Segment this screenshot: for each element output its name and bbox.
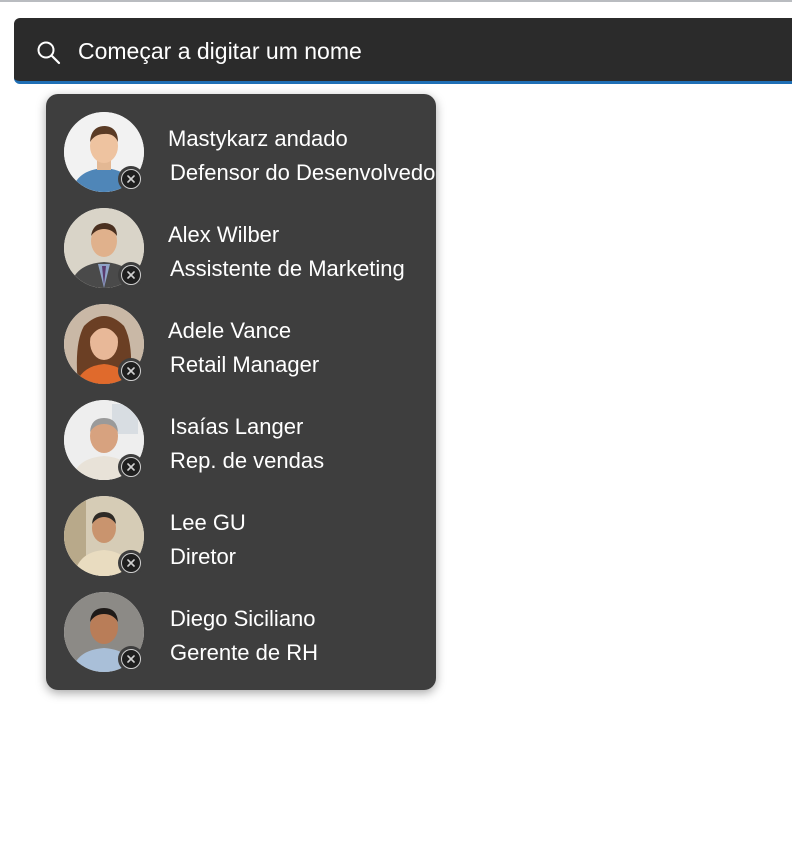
close-icon: [127, 655, 135, 663]
person-title: Gerente de RH: [170, 640, 318, 665]
search-input[interactable]: [78, 32, 678, 70]
person-name: Lee GU: [170, 510, 246, 535]
remove-person-button[interactable]: [118, 166, 144, 192]
close-icon: [127, 175, 135, 183]
remove-person-button[interactable]: [118, 646, 144, 672]
person-name: Adele Vance: [168, 318, 292, 343]
close-icon: [127, 463, 135, 471]
person-name: Diego Siciliano: [170, 606, 316, 631]
remove-person-button[interactable]: [118, 262, 144, 288]
person-name: Isaías Langer: [170, 414, 304, 439]
person-title: Diretor: [170, 544, 237, 569]
remove-person-button[interactable]: [118, 454, 144, 480]
person-item[interactable]: Lee GU Diretor: [46, 478, 436, 576]
people-suggestions-list: Mastykarz andado Defensor do Desenvolved…: [46, 94, 436, 690]
close-icon: [127, 559, 135, 567]
person-title: Assistente de Marketing: [170, 256, 405, 281]
person-title: Rep. de vendas: [170, 448, 325, 473]
remove-person-button[interactable]: [118, 358, 144, 384]
close-icon: [127, 367, 135, 375]
close-icon: [127, 271, 135, 279]
top-divider: [0, 0, 792, 2]
person-item[interactable]: Diego Siciliano Gerente de RH: [46, 574, 436, 672]
search-icon: [37, 41, 61, 65]
person-item[interactable]: Mastykarz andado Defensor do Desenvolved…: [46, 94, 436, 192]
person-title: Defensor do Desenvolvedor: [170, 160, 436, 185]
remove-person-button[interactable]: [118, 550, 144, 576]
person-item[interactable]: Isaías Langer Rep. de vendas: [46, 382, 436, 480]
person-item[interactable]: Alex Wilber Assistente de Marketing: [46, 190, 436, 288]
people-picker-search[interactable]: [14, 18, 792, 84]
person-title: Retail Manager: [170, 352, 320, 377]
person-name: Alex Wilber: [168, 222, 280, 247]
person-item[interactable]: Adele Vance Retail Manager: [46, 286, 436, 384]
person-name: Mastykarz andado: [168, 126, 348, 151]
